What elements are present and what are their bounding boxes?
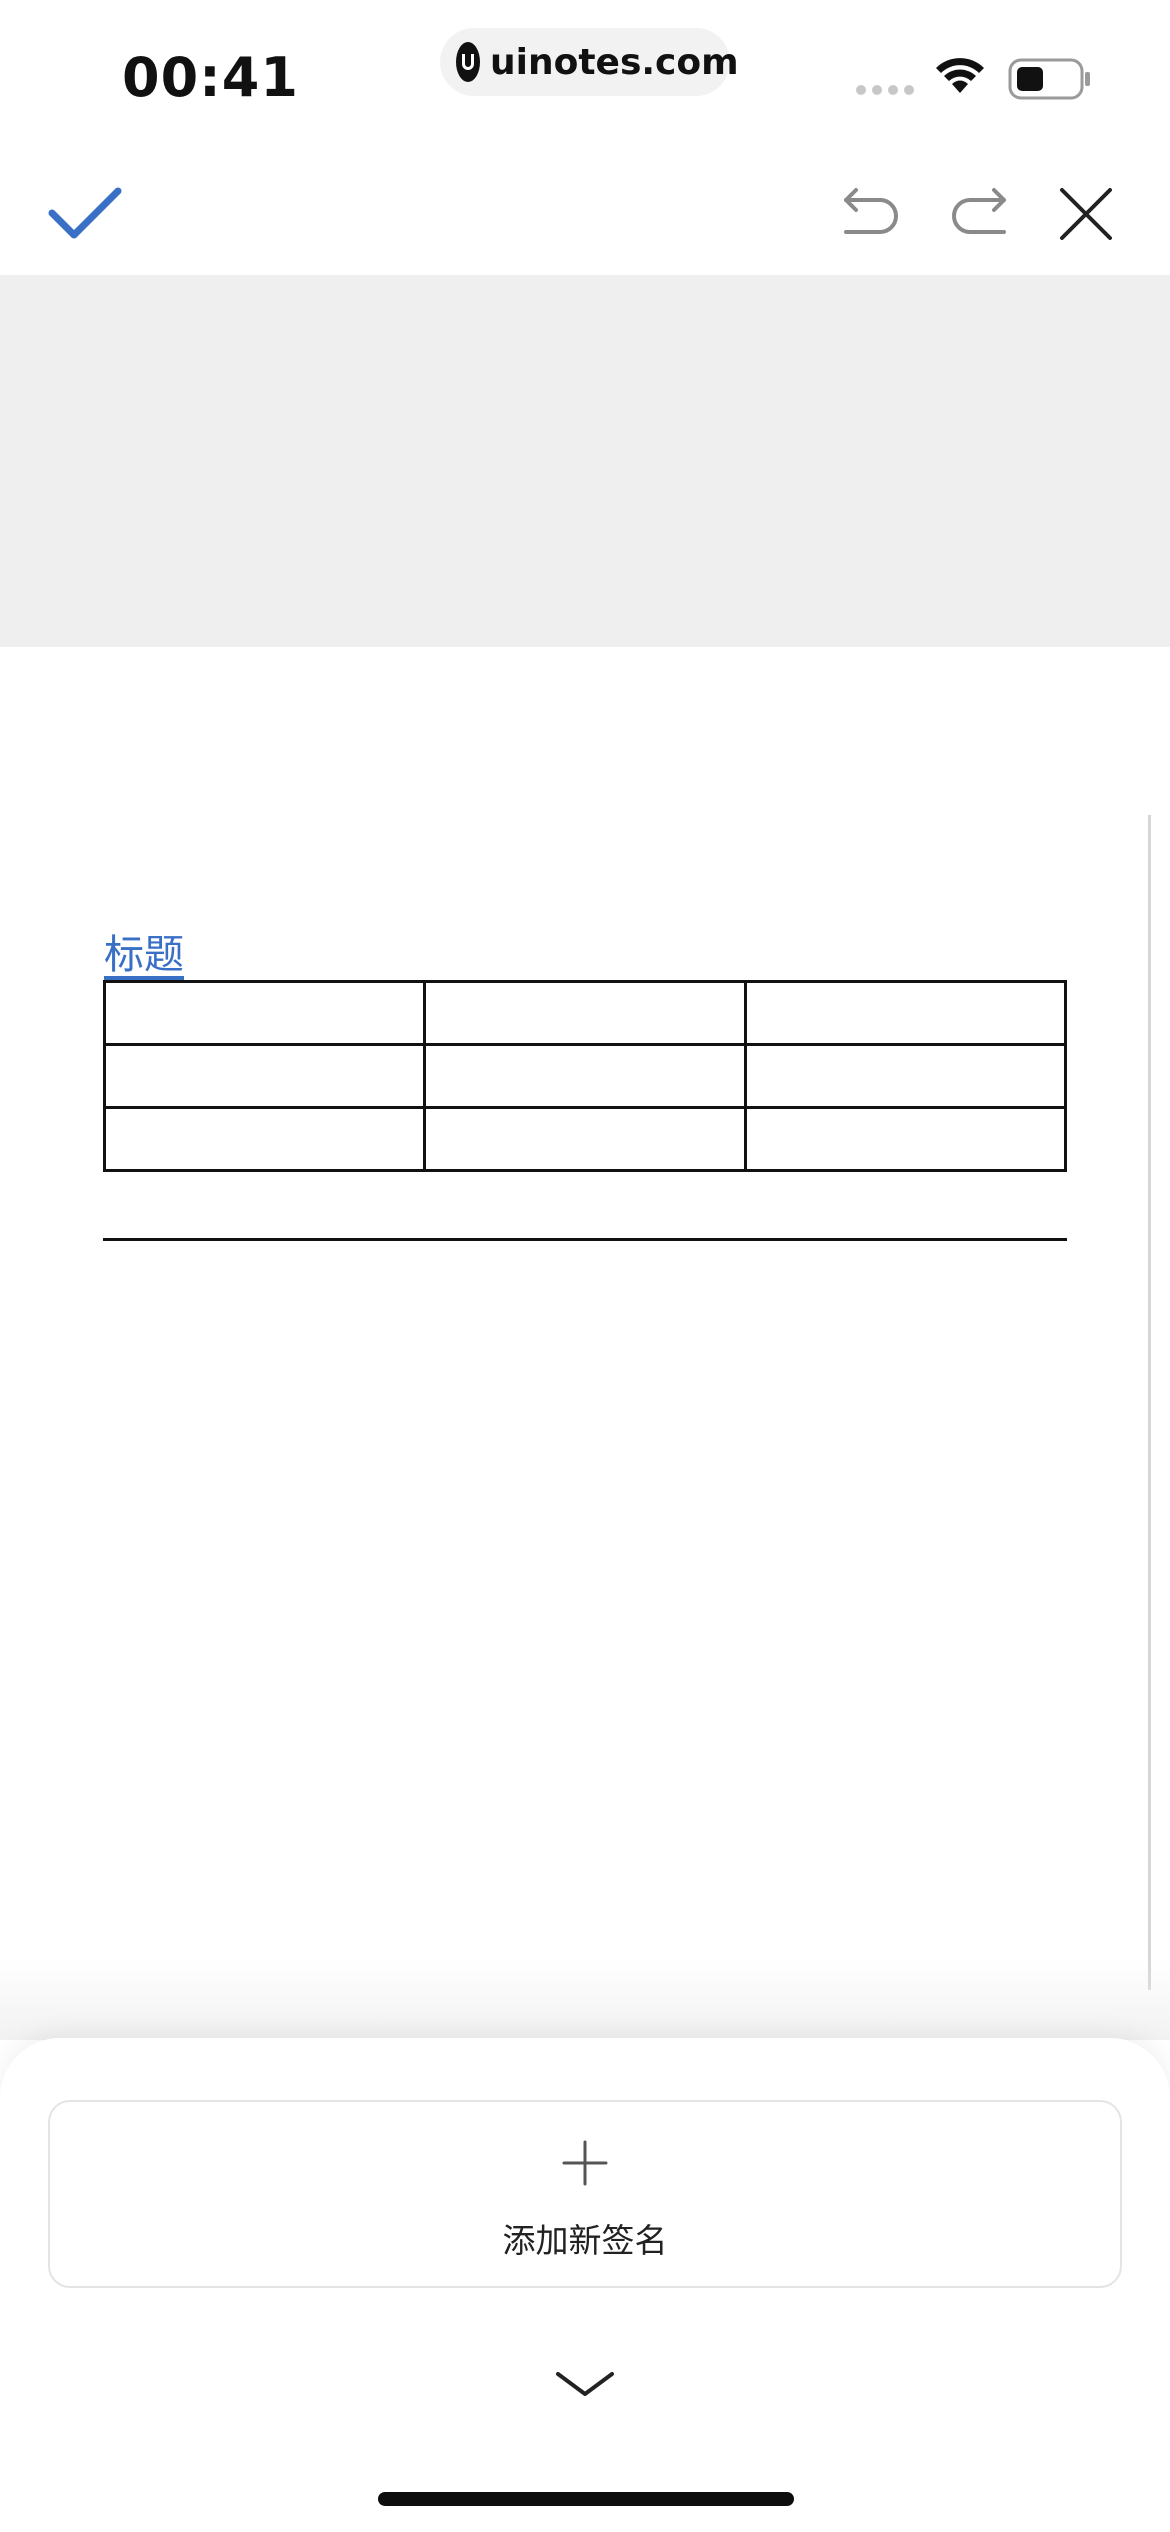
checkmark-icon bbox=[48, 187, 122, 239]
chevron-down-icon[interactable] bbox=[554, 2368, 616, 2400]
add-signature-button[interactable]: 添加新签名 bbox=[48, 2100, 1122, 2288]
document-page[interactable] bbox=[0, 647, 1170, 2037]
home-indicator[interactable] bbox=[378, 2492, 794, 2506]
url-text: uinotes.com bbox=[490, 41, 739, 83]
close-icon bbox=[1060, 188, 1112, 240]
undo-icon bbox=[844, 188, 898, 234]
table-row bbox=[102, 1043, 1068, 1109]
signature-sheet: 添加新签名 bbox=[0, 2038, 1170, 2532]
document-title[interactable]: 标题 bbox=[104, 922, 184, 980]
battery-icon bbox=[1008, 58, 1090, 100]
add-signature-label: 添加新签名 bbox=[502, 2221, 668, 2260]
table-cell[interactable] bbox=[102, 980, 427, 1046]
table-cell[interactable] bbox=[423, 1043, 747, 1109]
table-cell[interactable] bbox=[743, 1106, 1068, 1172]
site-logo-icon bbox=[456, 42, 480, 82]
editor-toolbar bbox=[0, 150, 1170, 275]
signal-icon bbox=[856, 85, 914, 95]
table-cell[interactable] bbox=[423, 1106, 747, 1172]
table-cell[interactable] bbox=[102, 1106, 427, 1172]
table-cell[interactable] bbox=[423, 980, 747, 1046]
scroll-indicator[interactable] bbox=[1148, 815, 1151, 1990]
redo-button[interactable] bbox=[938, 174, 1018, 254]
status-time: 00:41 bbox=[122, 46, 299, 109]
undo-button[interactable] bbox=[832, 174, 912, 254]
table-cell[interactable] bbox=[102, 1043, 427, 1109]
table-row bbox=[102, 980, 1068, 1046]
screen: 00:41 uinotes.com 标题 添加新签名 bbox=[0, 0, 1170, 2532]
close-button[interactable] bbox=[1046, 174, 1126, 254]
confirm-button[interactable] bbox=[40, 170, 130, 260]
canvas-background bbox=[0, 275, 1170, 647]
table-row bbox=[102, 1106, 1068, 1172]
plus-icon bbox=[562, 2140, 608, 2186]
horizontal-rule bbox=[103, 1238, 1067, 1241]
document-table[interactable] bbox=[102, 980, 1068, 1172]
table-cell[interactable] bbox=[743, 980, 1068, 1046]
url-pill[interactable]: uinotes.com bbox=[440, 28, 739, 96]
status-bar: 00:41 uinotes.com bbox=[0, 0, 1170, 150]
wifi-icon bbox=[936, 58, 984, 93]
sheet-shadow bbox=[0, 1960, 1170, 2040]
table-cell[interactable] bbox=[743, 1043, 1068, 1109]
redo-icon bbox=[952, 188, 1006, 234]
